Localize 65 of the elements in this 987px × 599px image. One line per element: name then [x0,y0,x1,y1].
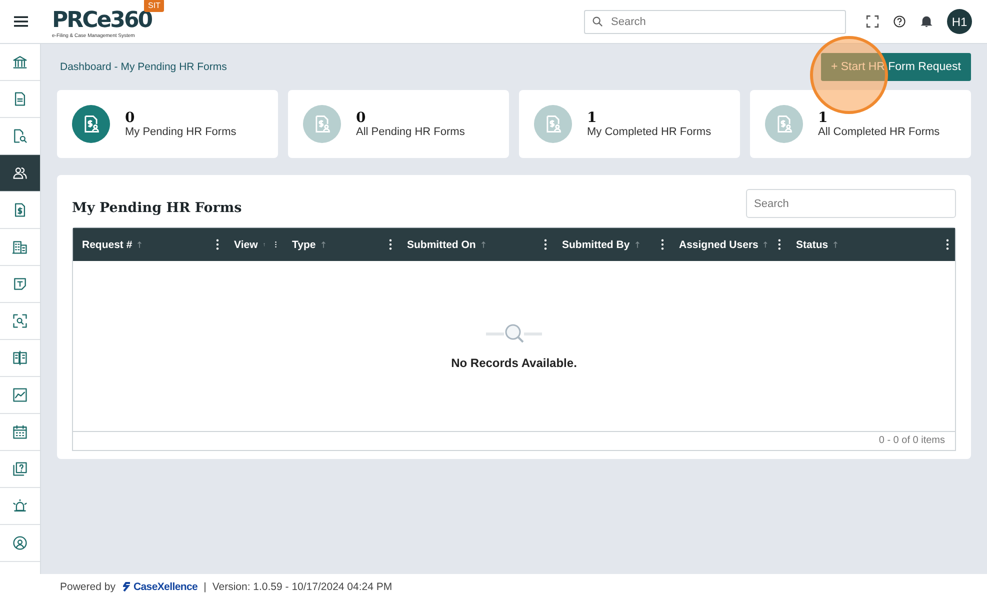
card-label: All Completed HR Forms [818,126,940,138]
book-icon [12,350,28,366]
notification-bell-icon[interactable] [920,15,933,28]
empty-message: No Records Available. [451,356,577,370]
chart-icon [12,387,28,403]
pager-info: 0 - 0 of 0 items [878,435,945,446]
environment-badge: SIT [144,0,164,12]
column-header[interactable]: Submitted On [407,238,476,250]
calendar-icon [12,424,28,440]
brand-logo: CaseXellence [123,580,198,592]
summary-card[interactable]: 0 All Pending HR Forms [288,90,509,158]
sort-arrow-icon[interactable] [137,241,142,248]
sort-arrow-icon[interactable] [634,241,640,248]
column-header[interactable]: Submitted By [562,238,630,250]
summary-card[interactable]: 1 My Completed HR Forms [519,90,740,158]
column-menu-icon[interactable] [389,239,392,250]
summary-card[interactable]: 0 My Pending HR Forms [57,90,278,158]
summary-card[interactable]: 1 All Completed HR Forms [750,90,971,158]
help-icon[interactable] [893,15,906,28]
sort-arrow-icon[interactable] [262,241,266,248]
search-field[interactable]: Search [584,10,846,34]
table-search-field[interactable]: Search [746,189,956,218]
column-header[interactable]: Assigned Users [679,238,758,250]
logo: PRCe360 [52,8,152,32]
column-header[interactable]: Status [796,238,828,250]
card-count: 0 [125,110,136,126]
document-icon [12,91,28,107]
separator: | [204,580,206,592]
dollar-document-icon [12,202,28,218]
powered-by-text: Powered by [60,580,116,592]
column-header[interactable]: View [234,238,258,250]
sort-arrow-icon[interactable] [480,241,486,248]
fullscreen-icon[interactable] [866,15,879,28]
help-document-icon [12,461,28,477]
alarm-bell-icon [12,498,28,514]
card-count: 1 [587,110,598,126]
search-icon [592,16,603,26]
bank-icon [12,54,28,70]
note-icon [12,276,28,292]
card-label: All Pending HR Forms [356,126,465,138]
sort-arrow-icon[interactable] [833,241,838,248]
user-avatar[interactable]: H1 [947,9,972,34]
panel-title: My Pending HR Forms [72,198,242,216]
column-menu-icon[interactable] [661,239,664,250]
column-header[interactable]: Request # [82,238,132,250]
scan-search-icon [12,313,28,329]
card-label: My Completed HR Forms [587,126,712,138]
sort-arrow-icon[interactable] [763,241,768,248]
column-menu-icon[interactable] [544,239,547,250]
document-search-icon [12,128,28,144]
version-text: Version: 1.0.59 - 10/17/2024 04:24 PM [212,580,392,592]
building-icon [12,239,28,255]
sort-arrow-icon[interactable] [320,241,326,248]
column-menu-icon[interactable] [778,239,781,250]
column-menu-icon[interactable] [216,239,219,250]
card-count: 0 [356,110,367,126]
card-count: 1 [818,110,829,126]
column-menu-icon[interactable] [946,239,949,250]
breadcrumb: Dashboard - My Pending HR Forms [59,61,227,73]
people-icon [12,165,28,181]
menu-icon[interactable] [14,16,28,27]
card-label: My Pending HR Forms [125,126,236,138]
user-circle-icon [12,535,28,551]
column-header[interactable]: Type [292,238,316,250]
sidebar-item[interactable] [0,155,40,192]
